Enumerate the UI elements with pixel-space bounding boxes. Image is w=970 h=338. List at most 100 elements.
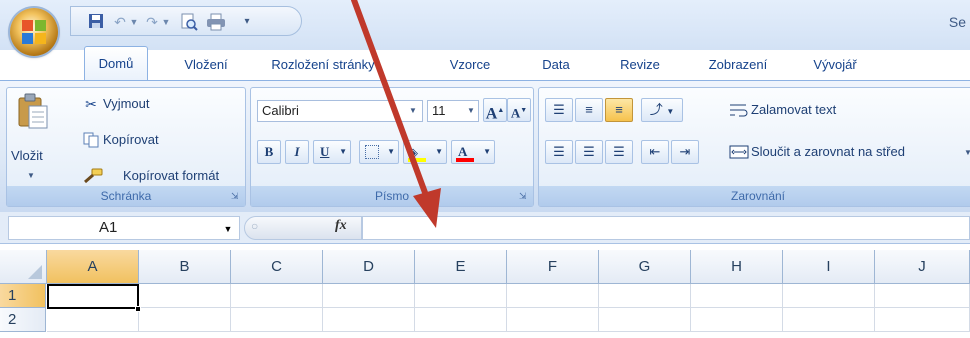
align-top-button[interactable]: ☰ xyxy=(545,98,573,122)
clipboard-group-label: Schránka xyxy=(7,186,245,206)
decrease-indent-button[interactable]: ⇤ xyxy=(641,140,669,164)
column-header-j[interactable]: J xyxy=(875,250,970,284)
font-dialog-launcher-icon[interactable]: ⇲ xyxy=(519,191,530,202)
cell[interactable] xyxy=(415,308,507,332)
column-header-i[interactable]: I xyxy=(783,250,875,284)
cell[interactable] xyxy=(507,308,599,332)
italic-button[interactable]: I xyxy=(285,140,309,164)
column-header-h[interactable]: H xyxy=(691,250,783,284)
fill-color-dropdown-icon[interactable]: ▼ xyxy=(435,141,443,163)
increase-indent-button[interactable]: ⇥ xyxy=(671,140,699,164)
customize-qat-icon[interactable]: ▾ xyxy=(241,13,253,31)
cell[interactable] xyxy=(599,308,691,332)
column-header-d[interactable]: D xyxy=(323,250,415,284)
cell[interactable] xyxy=(139,308,231,332)
print-icon[interactable] xyxy=(205,13,227,31)
underline-button[interactable]: U ▼ xyxy=(313,140,351,164)
merge-dropdown-icon[interactable]: ▼ xyxy=(963,145,970,161)
borders-button[interactable]: ▼ xyxy=(359,140,399,164)
fill-color-button[interactable]: ◈ ▼ xyxy=(403,140,447,164)
cell[interactable] xyxy=(139,284,231,308)
insert-function-button[interactable]: fx xyxy=(335,218,347,234)
cut-icon: ✂ xyxy=(85,96,97,112)
format-painter-button[interactable]: Kopírovat formát xyxy=(123,168,219,183)
tab-page-layout[interactable]: Rozložení stránky xyxy=(258,50,388,80)
align-bottom-button[interactable]: ≡ xyxy=(605,98,633,122)
select-all-corner[interactable] xyxy=(0,250,47,284)
cell[interactable] xyxy=(783,284,875,308)
redo-dropdown-icon[interactable]: ▼ xyxy=(161,13,171,31)
cell[interactable] xyxy=(323,308,415,332)
merge-center-icon xyxy=(729,144,749,163)
align-right-button[interactable]: ☰ xyxy=(605,140,633,164)
font-color-button[interactable]: A ▼ xyxy=(451,140,495,164)
undo-icon[interactable]: ↶ xyxy=(111,13,129,31)
align-center-button[interactable]: ☰ xyxy=(575,140,603,164)
font-color-dropdown-icon[interactable]: ▼ xyxy=(483,141,491,163)
column-header-a[interactable]: A xyxy=(47,250,139,284)
active-cell-a1[interactable] xyxy=(47,284,139,309)
cell[interactable] xyxy=(231,284,323,308)
tab-review[interactable]: Revize xyxy=(610,50,670,80)
merge-center-button[interactable]: Sloučit a zarovnat na střed xyxy=(751,144,905,159)
cell[interactable] xyxy=(875,308,970,332)
office-button[interactable] xyxy=(10,8,58,56)
column-header-b[interactable]: B xyxy=(139,250,231,284)
column-header-c[interactable]: C xyxy=(231,250,323,284)
name-box-dropdown-icon[interactable]: ▼ xyxy=(222,221,234,237)
font-name-dropdown-icon[interactable]: ▼ xyxy=(407,103,419,119)
borders-dropdown-icon[interactable]: ▼ xyxy=(387,141,395,163)
column-header-g[interactable]: G xyxy=(599,250,691,284)
wrap-text-button[interactable]: Zalamovat text xyxy=(751,102,836,117)
tab-data[interactable]: Data xyxy=(532,50,580,80)
redo-icon[interactable]: ↷ xyxy=(143,13,161,31)
cell[interactable] xyxy=(507,284,599,308)
font-group: Calibri ▼ 11 ▼ A▲ A▼ B I U ▼ ▼ ◈ ▼ A ▼ P… xyxy=(250,87,534,207)
print-preview-icon[interactable] xyxy=(179,13,199,31)
tab-developer[interactable]: Vývojář xyxy=(804,50,866,80)
copy-button[interactable]: Kopírovat xyxy=(103,132,159,147)
paste-dropdown-icon[interactable]: ▼ xyxy=(25,168,37,184)
grow-font-button[interactable]: A▲ xyxy=(483,98,507,122)
paste-button[interactable]: Vložit xyxy=(11,148,43,163)
cell[interactable] xyxy=(691,308,783,332)
align-left-button[interactable]: ☰ xyxy=(545,140,573,164)
cell[interactable] xyxy=(599,284,691,308)
tab-formulas[interactable]: Vzorce xyxy=(440,50,500,80)
formula-input[interactable] xyxy=(362,216,970,240)
cut-button[interactable]: Vyjmout xyxy=(103,96,149,111)
paste-icon[interactable] xyxy=(13,92,53,132)
tab-home[interactable]: Domů xyxy=(84,46,148,80)
expand-formula-icon[interactable]: ○ xyxy=(251,219,258,233)
font-name-select[interactable]: Calibri xyxy=(257,100,423,122)
cell[interactable] xyxy=(415,284,507,308)
row-header-2[interactable]: 2 xyxy=(0,308,46,332)
row-header-1[interactable]: 1 xyxy=(0,284,46,308)
cell[interactable] xyxy=(691,284,783,308)
bold-button[interactable]: B xyxy=(257,140,281,164)
shrink-font-button[interactable]: A▼ xyxy=(507,98,531,122)
formula-bar: A1 ▼ ○ fx xyxy=(0,212,970,244)
font-size-dropdown-icon[interactable]: ▼ xyxy=(465,103,477,119)
align-middle-button[interactable]: ≡ xyxy=(575,98,603,122)
font-color-label: A xyxy=(458,144,468,159)
cell[interactable] xyxy=(783,308,875,332)
worksheet-grid: A B C D E F G H I J 1 2 xyxy=(0,250,970,338)
name-box[interactable]: A1 xyxy=(8,216,240,240)
column-header-e[interactable]: E xyxy=(415,250,507,284)
cell[interactable] xyxy=(323,284,415,308)
cell[interactable] xyxy=(47,308,139,332)
cell[interactable] xyxy=(231,308,323,332)
save-icon[interactable] xyxy=(87,13,105,31)
tab-view[interactable]: Zobrazení xyxy=(698,50,778,80)
underline-dropdown-icon[interactable]: ▼ xyxy=(339,141,347,163)
orientation-dropdown-icon[interactable]: ▼ xyxy=(666,107,674,116)
increase-indent-icon: ⇥ xyxy=(679,144,691,159)
fill-handle[interactable] xyxy=(135,306,141,312)
cell[interactable] xyxy=(875,284,970,308)
tab-insert[interactable]: Vložení xyxy=(168,50,244,80)
orientation-button[interactable]: ⤴ ▼ xyxy=(641,98,683,122)
clipboard-dialog-launcher-icon[interactable]: ⇲ xyxy=(231,191,242,202)
undo-dropdown-icon[interactable]: ▼ xyxy=(129,13,139,31)
column-header-f[interactable]: F xyxy=(507,250,599,284)
